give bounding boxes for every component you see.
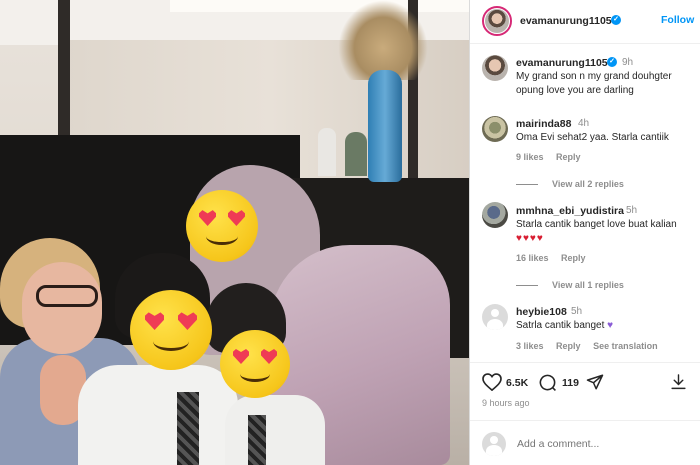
caption-username[interactable]: evamanurung1105: [516, 57, 608, 69]
comment-text: Oma Evi sehat2 yaa. Starla cantiik: [516, 132, 669, 143]
comment-likes[interactable]: 9 likes: [516, 152, 544, 162]
comment-bubble-icon[interactable]: [538, 373, 557, 392]
glasses: [36, 285, 98, 307]
comment-input[interactable]: [517, 438, 687, 450]
post-header: evamanurung1105 ✓ Follow: [470, 0, 700, 44]
comment-time: 5h: [571, 306, 583, 317]
paper-plane-icon[interactable]: [586, 373, 604, 391]
caption-text: My grand son n my grand douhgter opung l…: [516, 71, 672, 96]
reply-button[interactable]: Reply: [556, 341, 581, 351]
boy-tie: [177, 392, 199, 465]
boy-tie: [248, 415, 266, 465]
heart-eyes-emoji-icon: [220, 330, 290, 398]
purple-heart-emoji: ♥: [607, 320, 614, 331]
follow-button[interactable]: Follow: [661, 14, 694, 26]
red-hearts-emoji: ♥♥♥♥: [516, 233, 544, 244]
post-photo[interactable]: [0, 0, 469, 465]
dried-flowers: [338, 0, 428, 80]
comment-username[interactable]: mmhna_ebi_yudistira: [516, 205, 624, 217]
author-avatar[interactable]: [482, 6, 512, 36]
caption-time: 9h: [622, 57, 634, 68]
comment-time: 5h: [626, 205, 638, 216]
heart-eyes-emoji-icon: [186, 190, 258, 262]
comment-username[interactable]: heybie108: [516, 306, 567, 318]
comment-time: 4h: [578, 118, 590, 129]
blue-vase: [368, 70, 402, 182]
background-guest: [345, 132, 367, 176]
comment-meta: 3 likes Reply See translation: [516, 341, 668, 351]
caption-avatar[interactable]: [482, 55, 508, 81]
post-sidebar: evamanurung1105 ✓ Follow evamanurung1105…: [469, 0, 700, 465]
comment-likes[interactable]: 16 likes: [516, 253, 549, 263]
comment-text-content: Starla cantik banget love buat kalian: [516, 219, 677, 230]
boy-shirt: [78, 365, 238, 465]
comment-text: Starla cantik banget love buat kalian ♥♥…: [516, 218, 688, 246]
current-user-avatar: [482, 432, 506, 456]
view-replies-button[interactable]: View all 2 replies: [516, 179, 624, 189]
posted-time: 9 hours ago: [482, 398, 530, 408]
grandma-face: [22, 262, 102, 354]
verified-badge-icon: ✓: [607, 57, 617, 67]
add-comment-bar: [470, 420, 700, 465]
comment-username[interactable]: mairinda88: [516, 118, 571, 130]
comment-meta: 9 likes Reply: [516, 152, 591, 162]
comment-avatar-default[interactable]: [482, 304, 508, 330]
comment-text: Satrla cantik banget ♥: [516, 319, 688, 333]
comment-text-content: Satrla cantik banget: [516, 320, 605, 331]
author-username[interactable]: evamanurung1105: [520, 15, 612, 27]
like-count[interactable]: 6.5K: [506, 377, 528, 389]
heart-eyes-emoji-icon: [130, 290, 212, 370]
verified-badge-icon: ✓: [611, 15, 621, 25]
download-icon[interactable]: [670, 373, 687, 391]
boy-shirt: [225, 395, 325, 465]
see-translation-button[interactable]: See translation: [593, 341, 658, 351]
comment-avatar[interactable]: [482, 116, 508, 142]
background-guest: [318, 128, 336, 176]
view-replies-button[interactable]: View all 1 replies: [516, 280, 624, 290]
comment-meta: 16 likes Reply: [516, 253, 596, 263]
comment-avatar[interactable]: [482, 202, 508, 228]
comment-likes[interactable]: 3 likes: [516, 341, 544, 351]
heart-icon[interactable]: [482, 373, 502, 391]
comment-count: 119: [562, 377, 579, 389]
reply-button[interactable]: Reply: [561, 253, 586, 263]
reply-button[interactable]: Reply: [556, 152, 581, 162]
